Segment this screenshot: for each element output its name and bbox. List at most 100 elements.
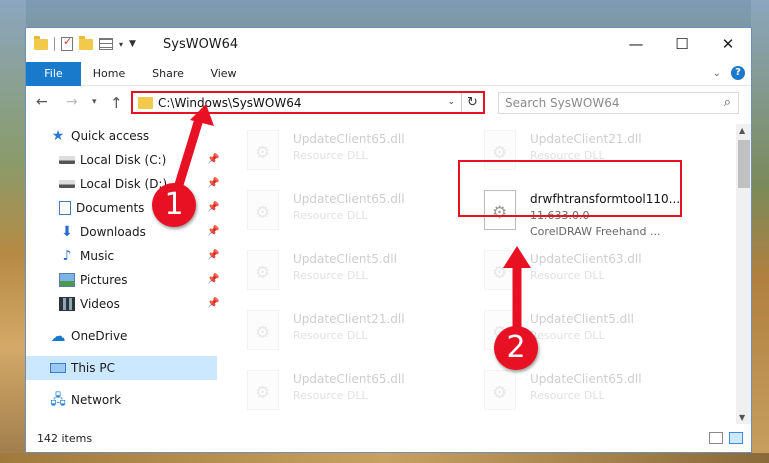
list-item[interactable]: UpdateClient21.dll Resource DLL <box>247 310 477 356</box>
onedrive-icon: ☁ <box>50 327 66 345</box>
window-controls: — ☐ ✕ <box>613 28 751 60</box>
dll-file-icon <box>484 250 516 290</box>
file-description: Resource DLL <box>293 269 368 282</box>
quick-access-toolbar: ▾ ▼ <box>34 35 136 51</box>
address-path[interactable]: C:\Windows\SysWOW64 <box>158 96 302 110</box>
sidebar-item-videos[interactable]: Videos 📌 <box>59 292 219 316</box>
maximize-button[interactable]: ☐ <box>659 28 705 60</box>
sidebar-item-label: Pictures <box>80 273 128 287</box>
search-icon[interactable]: ⌕ <box>724 95 731 110</box>
address-bar[interactable]: C:\Windows\SysWOW64 ⌄ ↻ <box>131 91 485 114</box>
file-description: CorelDRAW Freehand ... <box>530 225 661 238</box>
search-input[interactable] <box>505 96 705 110</box>
view-icon[interactable] <box>99 38 113 50</box>
file-description: Resource DLL <box>293 209 368 222</box>
sidebar-item-local-disk-c[interactable]: Local Disk (C:) 📌 <box>59 148 219 172</box>
sidebar-item-label: Documents <box>76 201 145 215</box>
file-name: UpdateClient5.dll <box>293 252 397 266</box>
file-description: Resource DLL <box>530 269 605 282</box>
tab-file[interactable]: File <box>26 62 81 86</box>
back-arrow-icon[interactable]: ← <box>36 94 48 110</box>
dll-file-icon <box>247 310 279 350</box>
minimize-button[interactable]: — <box>613 28 659 60</box>
file-name: UpdateClient5.dll <box>530 312 634 326</box>
sidebar-item-label: Local Disk (D:) <box>80 177 168 191</box>
ribbon-tabs: File Home Share View ⌄ ? <box>26 62 751 86</box>
scrollbar-thumb[interactable] <box>738 140 750 188</box>
help-icon[interactable]: ? <box>731 66 745 80</box>
documents-icon <box>59 201 71 215</box>
sidebar-item-quick-access[interactable]: ★ Quick access <box>50 124 149 148</box>
drive-icon <box>59 156 75 164</box>
folder-icon <box>138 97 153 109</box>
dll-file-icon <box>247 370 279 410</box>
dll-file-icon <box>247 190 279 230</box>
scroll-down-icon[interactable]: ▼ <box>739 413 745 422</box>
new-folder-icon[interactable] <box>79 35 93 50</box>
file-name: UpdateClient21.dll <box>293 312 405 326</box>
list-item[interactable]: UpdateClient65.dll Resource DLL <box>484 370 714 416</box>
ribbon-right-controls: ⌄ ? <box>713 66 745 80</box>
tab-share[interactable]: Share <box>143 62 193 86</box>
search-box[interactable]: ⌕ <box>498 92 739 114</box>
sidebar-item-this-pc[interactable]: This PC <box>26 356 217 380</box>
tiles-view-icon[interactable] <box>729 432 743 444</box>
list-item[interactable]: UpdateClient65.dll Resource DLL <box>247 130 477 176</box>
sidebar-item-label: Network <box>71 393 122 407</box>
network-icon: 🖧 <box>50 392 66 408</box>
sidebar-item-pictures[interactable]: Pictures 📌 <box>59 268 219 292</box>
file-name: UpdateClient65.dll <box>293 132 405 146</box>
file-name: UpdateClient65.dll <box>293 372 405 386</box>
tab-view[interactable]: View <box>201 62 246 86</box>
chevron-down-icon[interactable]: ▾ <box>119 40 123 49</box>
file-explorer-window: ▾ ▼ SysWOW64 — ☐ ✕ File Home Share View … <box>25 27 752 453</box>
pictures-icon <box>59 273 75 287</box>
recent-locations-icon[interactable]: ▾ <box>92 97 97 107</box>
forward-arrow-icon[interactable]: → <box>66 94 78 110</box>
sidebar-item-onedrive[interactable]: ☁ OneDrive <box>50 324 128 348</box>
window-title: SysWOW64 <box>163 37 239 52</box>
sidebar-item-label: Local Disk (C:) <box>80 153 167 167</box>
desktop-wallpaper-bottom <box>0 453 769 463</box>
dll-file-icon <box>247 130 279 170</box>
sidebar-item-local-disk-d[interactable]: Local Disk (D:) 📌 <box>59 172 219 196</box>
file-name: UpdateClient63.dll <box>530 252 642 266</box>
close-button[interactable]: ✕ <box>705 28 751 60</box>
sidebar-item-label: Quick access <box>71 129 150 143</box>
item-count: 142 items <box>37 432 93 445</box>
refresh-icon[interactable]: ↻ <box>461 93 483 112</box>
list-item[interactable]: UpdateClient65.dll Resource DLL <box>247 370 477 416</box>
pc-icon <box>50 363 66 373</box>
customize-toolbar-icon[interactable]: ▼ <box>129 39 136 49</box>
file-description: Resource DLL <box>293 389 368 402</box>
vertical-scrollbar[interactable]: ▲ ▼ <box>736 124 751 424</box>
sidebar-item-downloads[interactable]: ⬇ Downloads 📌 <box>59 220 219 244</box>
folder-icon <box>34 35 48 50</box>
list-item[interactable]: UpdateClient63.dll Resource DLL <box>484 250 714 296</box>
step-1-badge: 1 <box>152 183 196 227</box>
navigation-pane: ★ Quick access Local Disk (C:) 📌 Local D… <box>26 124 220 424</box>
file-description: Resource DLL <box>530 329 605 342</box>
drive-icon <box>59 180 75 188</box>
step-2-badge: 2 <box>494 326 538 370</box>
sidebar-item-label: Music <box>80 249 115 263</box>
tab-home[interactable]: Home <box>84 62 134 86</box>
sidebar-item-music[interactable]: ♪ Music 📌 <box>59 244 220 268</box>
expand-ribbon-icon[interactable]: ⌄ <box>713 68 721 79</box>
chevron-down-icon[interactable]: ⌄ <box>447 97 455 107</box>
star-icon: ★ <box>51 128 65 144</box>
desktop-wallpaper-right <box>751 0 769 463</box>
dll-file-icon <box>484 370 516 410</box>
downloads-icon: ⬇ <box>61 224 73 240</box>
up-arrow-icon[interactable]: ↑ <box>110 94 123 112</box>
scroll-up-icon[interactable]: ▲ <box>739 126 745 135</box>
highlight-box-dll-file <box>458 160 682 217</box>
list-item[interactable]: UpdateClient65.dll Resource DLL <box>247 190 477 236</box>
list-item[interactable]: UpdateClient5.dll Resource DLL <box>247 250 477 296</box>
details-view-icon[interactable] <box>709 432 723 444</box>
sidebar-item-network[interactable]: 🖧 Network <box>50 388 121 412</box>
videos-icon <box>59 297 75 311</box>
sidebar-item-label: This PC <box>71 361 115 375</box>
properties-icon[interactable] <box>61 35 73 51</box>
dll-file-icon <box>247 250 279 290</box>
